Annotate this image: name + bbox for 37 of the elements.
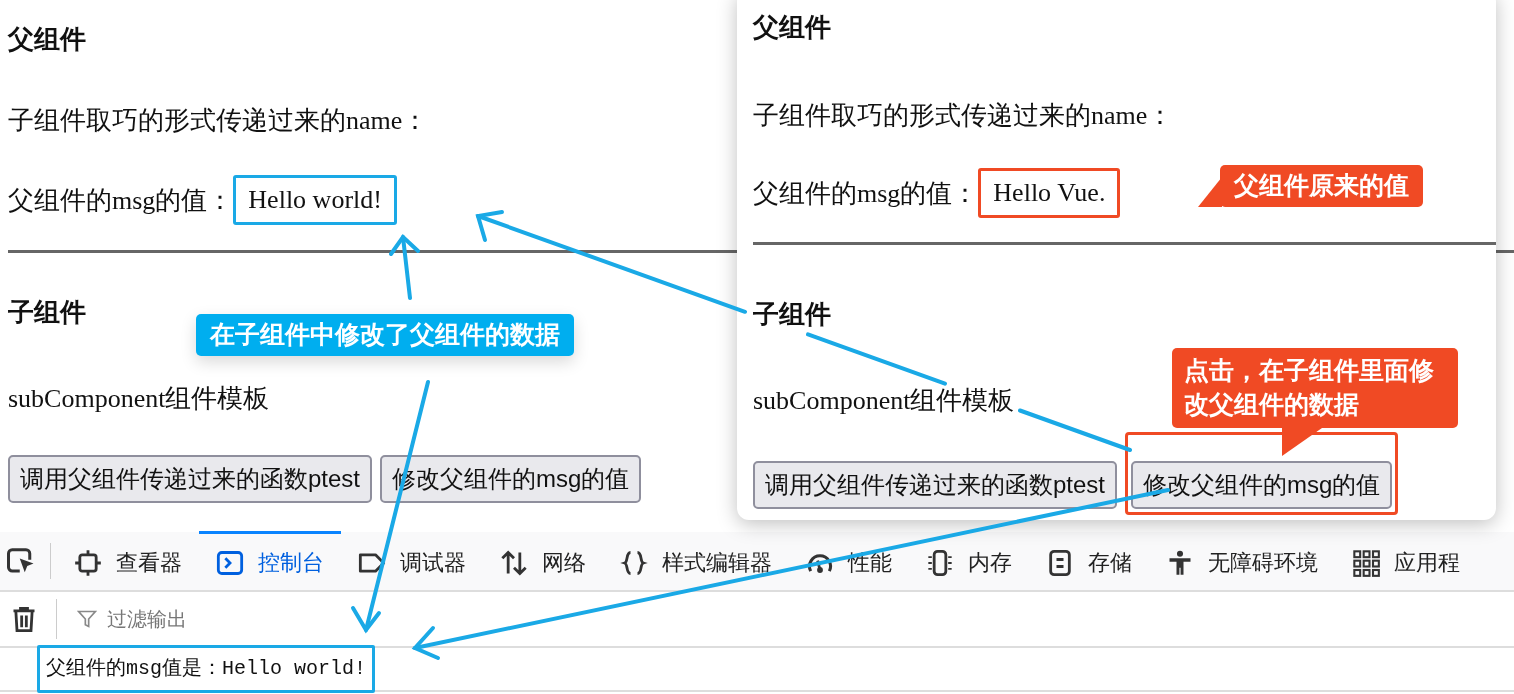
filter-field[interactable]: 过滤输出: [105, 603, 405, 635]
devtools-tab[interactable]: 无障碍环境: [1149, 531, 1335, 591]
devtools-tab[interactable]: 应用程: [1335, 531, 1477, 591]
frame-icon[interactable]: [74, 548, 102, 577]
cabinet-icon[interactable]: [1046, 548, 1074, 577]
devtools-tab[interactable]: 控制台: [199, 531, 341, 591]
heading: 子组件: [753, 300, 831, 329]
label-text: 父组件的msg的值：: [8, 184, 234, 217]
devtools-tab[interactable]: 内存: [909, 531, 1029, 591]
devtools-tab[interactable]: 调试器: [341, 531, 483, 591]
devtools-tab[interactable]: 存储: [1029, 531, 1149, 591]
label-text: 父组件的msg的值：: [753, 177, 979, 210]
devtools-tab[interactable]: 网络: [483, 531, 603, 591]
element-picker-icon[interactable]: [6, 546, 36, 576]
label-text: 子组件取巧的形式传递过来的name：: [753, 99, 1174, 132]
console-icon[interactable]: [216, 548, 244, 577]
braces-icon[interactable]: [620, 548, 648, 577]
template-text: subComponent组件模板: [8, 382, 270, 415]
template-text: subComponent组件模板: [753, 384, 1015, 417]
heading: 子组件: [8, 298, 86, 327]
highlighted-value: Hello Vue.: [978, 168, 1121, 218]
heading: 父组件: [8, 25, 86, 54]
callout: 在子组件中修改了父组件的数据: [196, 314, 574, 356]
devtools-tab[interactable]: 样式编辑器: [603, 531, 789, 591]
label-text: 子组件取巧的形式传递过来的name：: [8, 104, 429, 137]
callout-tail: [1198, 177, 1222, 207]
heading: 父组件: [753, 13, 831, 42]
action-button[interactable]: 调用父组件传递过来的函数ptest: [753, 461, 1118, 509]
arrow: [389, 233, 420, 300]
action-button[interactable]: 调用父组件传递过来的函数ptest: [8, 455, 373, 503]
highlighted-value: Hello world!: [233, 175, 397, 225]
chip-icon[interactable]: [926, 548, 954, 577]
grid-icon[interactable]: [1352, 548, 1380, 577]
filter-icon: [77, 609, 97, 629]
console-message: 父组件的msg值是：Hello world!: [37, 645, 376, 693]
devtools-tab[interactable]: 查看器: [57, 531, 199, 591]
arrows-icon[interactable]: [500, 548, 528, 577]
